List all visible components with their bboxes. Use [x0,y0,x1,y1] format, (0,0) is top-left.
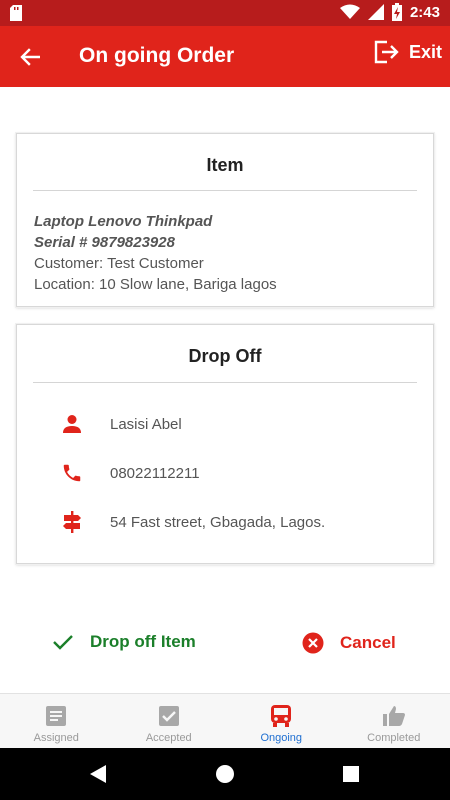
address-text: 54 Fast street, Gbagada, Lagos. [110,513,326,531]
contact-row: Lasisi Abel [17,409,433,439]
check-box-icon [158,704,180,728]
location-text: Location: 10 Slow lane, Bariga lagos [34,276,277,293]
nav-item-completed[interactable]: Completed [338,694,450,748]
back-button[interactable] [14,42,46,72]
customer-text: Customer: Test Customer [34,255,204,272]
signal-icon [367,4,384,20]
app-bar: On going Order Exit [0,26,450,87]
signpost-icon [60,510,84,534]
thumbs-up-icon [382,704,406,728]
drop-off-card: Drop Off Lasisi Abel 08022112211 54 Fast [16,324,434,564]
nav-label-completed: Completed [367,732,421,744]
phone-row: 08022112211 [17,458,433,488]
cancel-circle-icon [302,632,324,654]
item-card: Item Laptop Lenovo Thinkpad Serial # 987… [16,133,434,307]
address-row: 54 Fast street, Gbagada, Lagos. [17,507,433,537]
page-title: On going Order [79,44,235,67]
bottom-navigation: Assigned Accepted Ongoing Completed [0,693,450,748]
drop-off-item-button[interactable]: Drop off Item [52,632,196,652]
clock: 2:43 [409,3,440,21]
exit-label: Exit [408,41,442,62]
person-icon [60,412,84,436]
nav-label-assigned: Assigned [33,732,79,744]
nav-item-accepted[interactable]: Accepted [113,694,226,748]
action-bar: Drop off Item Cancel [0,624,450,664]
cancel-label: Cancel [340,633,396,652]
item-card-title: Item [206,155,244,175]
exit-icon [374,40,399,64]
recents-square-icon[interactable] [339,762,363,786]
sd-card-icon [10,5,22,21]
back-triangle-icon[interactable] [86,762,110,786]
exit-button[interactable]: Exit [373,40,442,64]
phone-number: 08022112211 [110,464,200,482]
nav-label-accepted: Accepted [145,732,192,744]
system-navigation-bar [0,748,450,800]
divider [33,382,417,383]
nav-item-assigned[interactable]: Assigned [0,694,113,748]
battery-charging-icon [391,3,402,21]
drop-off-item-label: Drop off Item [90,632,196,651]
assignment-icon [45,704,67,728]
cancel-button[interactable]: Cancel [302,632,396,654]
status-bar: 2:43 [0,0,450,26]
checkmark-icon [53,635,73,650]
back-arrow-icon [20,48,40,66]
serial-number: Serial # 9879823928 [34,234,175,251]
nav-item-ongoing[interactable]: Ongoing [225,694,338,748]
home-circle-icon[interactable] [213,762,237,786]
nav-label-ongoing: Ongoing [260,732,303,744]
phone-icon [60,461,84,485]
drop-off-card-title: Drop Off [188,346,262,366]
bus-icon [270,704,292,728]
contact-name: Lasisi Abel [110,415,182,433]
product-name: Laptop Lenovo Thinkpad [34,213,213,230]
wifi-icon [339,4,360,19]
